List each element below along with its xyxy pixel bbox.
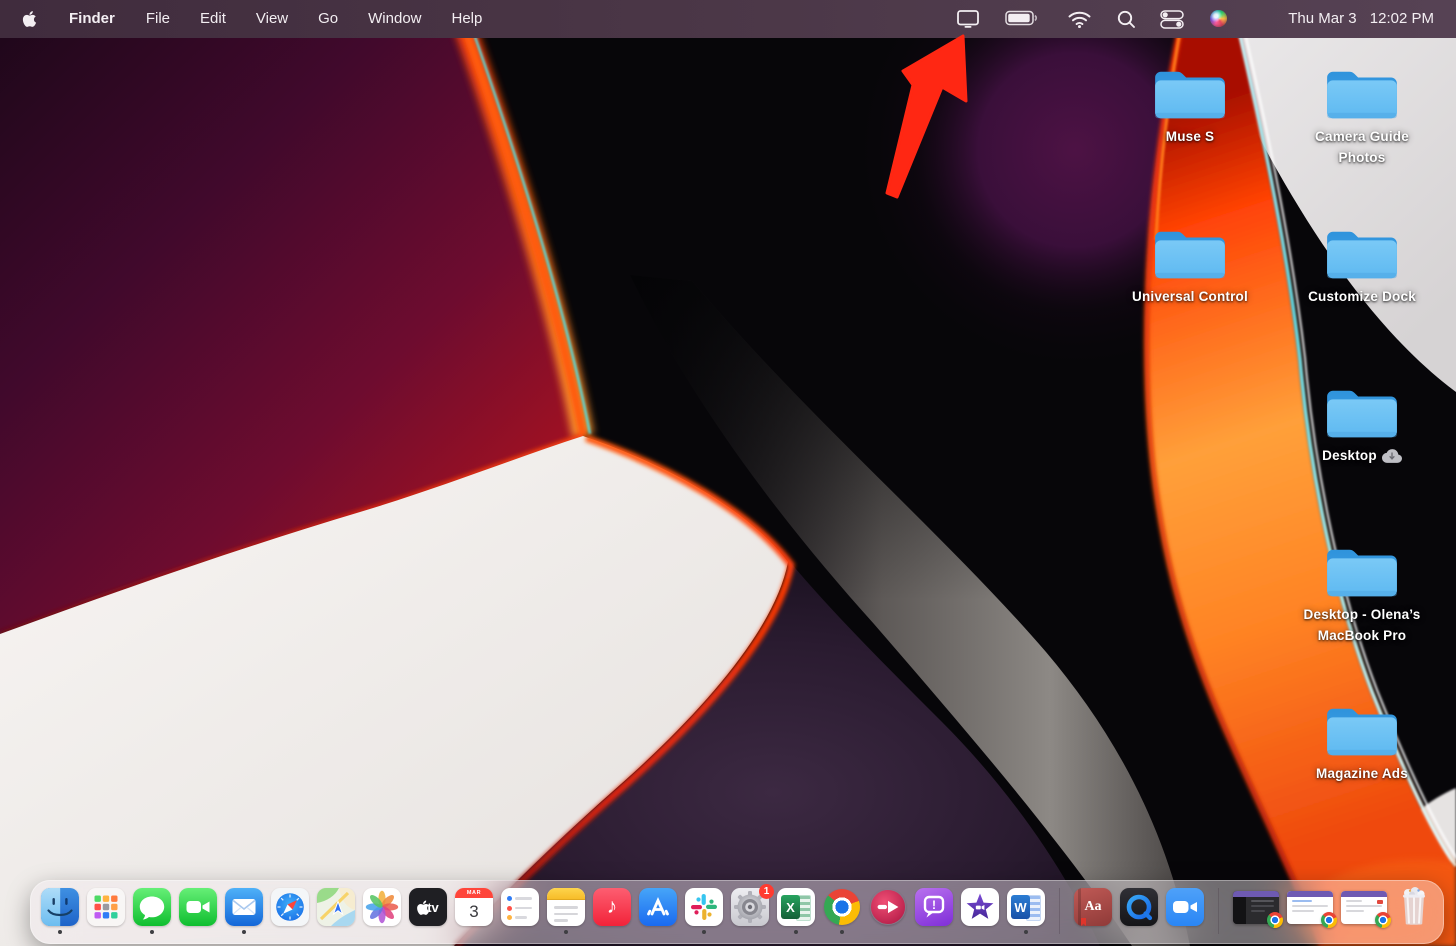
wifi-icon[interactable]: [1068, 0, 1091, 49]
calendar-day: 3: [469, 902, 479, 921]
battery-icon[interactable]: [1005, 0, 1038, 48]
dock-notes[interactable]: [547, 888, 585, 934]
mail-running-dot: [242, 930, 246, 934]
minimized-chrome-window-2[interactable]: [1287, 891, 1337, 928]
folder-desktop-olenas-macbook-pro[interactable]: Desktop - Olena’s MacBook Pro: [1277, 540, 1447, 646]
folder-icon: [1323, 381, 1401, 443]
dock-trash[interactable]: [1395, 887, 1433, 926]
chrome-running-dot: [840, 930, 844, 934]
clock-date: Thu Mar 3: [1288, 10, 1357, 27]
dock-maps[interactable]: [317, 888, 355, 926]
dock-divider: [1218, 888, 1219, 934]
folder-icon: [1151, 62, 1229, 124]
exclamation-glyph: !: [932, 897, 936, 912]
calendar-month: MAR: [455, 888, 493, 898]
dock-facetime[interactable]: [179, 888, 217, 926]
chrome-badge-icon: [1321, 912, 1337, 928]
dock-chrome[interactable]: [823, 888, 861, 934]
screen-mirroring-icon[interactable]: [956, 0, 980, 46]
dock-feedback-assistant[interactable]: !: [915, 888, 953, 926]
menu-edit[interactable]: Edit: [185, 0, 241, 38]
slack-running-dot: [702, 930, 706, 934]
menu-go[interactable]: Go: [303, 0, 353, 38]
menu-window[interactable]: Window: [353, 0, 436, 38]
dock-zoom[interactable]: [1166, 888, 1204, 926]
dock-music[interactable]: ♪: [593, 888, 631, 926]
folder-label: Desktop - Olena’s MacBook Pro: [1303, 607, 1421, 643]
dock-dictionary[interactable]: Aa: [1074, 888, 1112, 926]
folder-label: Desktop: [1322, 448, 1377, 463]
menu-app-name[interactable]: Finder: [53, 0, 131, 38]
dock-calendar[interactable]: MAR 3: [455, 888, 493, 926]
siri-icon[interactable]: [1210, 0, 1227, 48]
folder-label: Camera Guide Photos: [1315, 129, 1409, 165]
minimized-chrome-window-3[interactable]: [1341, 891, 1391, 928]
menu-help[interactable]: Help: [437, 0, 498, 38]
icloud-download-icon: [1381, 448, 1402, 463]
word-w-glyph: W: [1014, 899, 1027, 915]
folder-icon: [1323, 222, 1401, 284]
dock-word[interactable]: W: [1007, 888, 1045, 934]
spotlight-search-icon[interactable]: [1117, 0, 1136, 48]
chrome-badge-icon: [1375, 912, 1391, 928]
dictionary-aa-glyph: Aa: [1084, 899, 1102, 914]
menu-bar-left: Finder File Edit View Go Window Help: [0, 0, 497, 38]
finder-running-dot: [58, 930, 62, 934]
dock-photos[interactable]: [363, 888, 401, 926]
folder-label: Universal Control: [1132, 289, 1248, 304]
folder-label: Customize Dock: [1308, 289, 1416, 304]
folder-icon: [1323, 540, 1401, 602]
dock-mail[interactable]: [225, 888, 263, 934]
excel-running-dot: [794, 930, 798, 934]
dock-apple-tv[interactable]: tv: [409, 888, 447, 926]
folder-icon: [1323, 62, 1401, 124]
folder-universal-control[interactable]: Universal Control: [1105, 222, 1275, 307]
dock-divider: [1059, 888, 1060, 934]
chrome-badge-icon: [1267, 912, 1283, 928]
dock-skitch[interactable]: [869, 888, 907, 926]
apple-logo-icon: [22, 11, 37, 27]
folder-label: Muse S: [1165, 129, 1215, 144]
menu-bar: Finder File Edit View Go Window Help Thu…: [0, 0, 1456, 38]
dock-imovie[interactable]: [961, 888, 999, 926]
dock: tv MAR 3 ♪ 1 X ! W Aa: [30, 880, 1444, 944]
dock-app-store[interactable]: [639, 888, 677, 926]
dock-finder[interactable]: [41, 888, 79, 934]
folder-muse-s[interactable]: Muse S: [1115, 62, 1265, 147]
apple-menu[interactable]: [0, 10, 53, 28]
dock-system-preferences[interactable]: 1: [731, 884, 774, 926]
control-center-icon[interactable]: [1160, 0, 1184, 48]
word-running-dot: [1024, 930, 1028, 934]
notification-badge: 1: [759, 884, 774, 899]
folder-icon: [1151, 222, 1229, 284]
notes-running-dot: [564, 930, 568, 934]
tv-glyph: tv: [427, 899, 439, 915]
folder-customize-dock[interactable]: Customize Dock: [1277, 222, 1447, 307]
folder-camera-guide-photos[interactable]: Camera Guide Photos: [1297, 62, 1427, 168]
menu-file[interactable]: File: [131, 0, 185, 38]
dock-reminders[interactable]: [501, 888, 539, 926]
clock-time: 12:02 PM: [1369, 10, 1434, 27]
dock-messages[interactable]: [133, 888, 171, 934]
folder-icon: [1323, 699, 1401, 761]
dock-slack[interactable]: [685, 888, 723, 934]
dock-quicktime[interactable]: [1120, 888, 1158, 926]
dock-launchpad[interactable]: [87, 888, 125, 926]
menu-bar-clock[interactable]: Thu Mar 3 12:02 PM: [1279, 0, 1434, 38]
music-note-glyph: ♪: [606, 895, 618, 918]
dock-excel[interactable]: X: [777, 888, 815, 934]
dock-safari[interactable]: [271, 888, 309, 926]
folder-magazine-ads[interactable]: Magazine Ads: [1287, 699, 1437, 784]
folder-label: Magazine Ads: [1316, 766, 1408, 781]
menu-view[interactable]: View: [241, 0, 303, 38]
folder-desktop[interactable]: Desktop: [1287, 381, 1437, 466]
messages-running-dot: [150, 930, 154, 934]
excel-x-glyph: X: [786, 899, 795, 915]
minimized-chrome-window-1[interactable]: [1233, 891, 1283, 928]
